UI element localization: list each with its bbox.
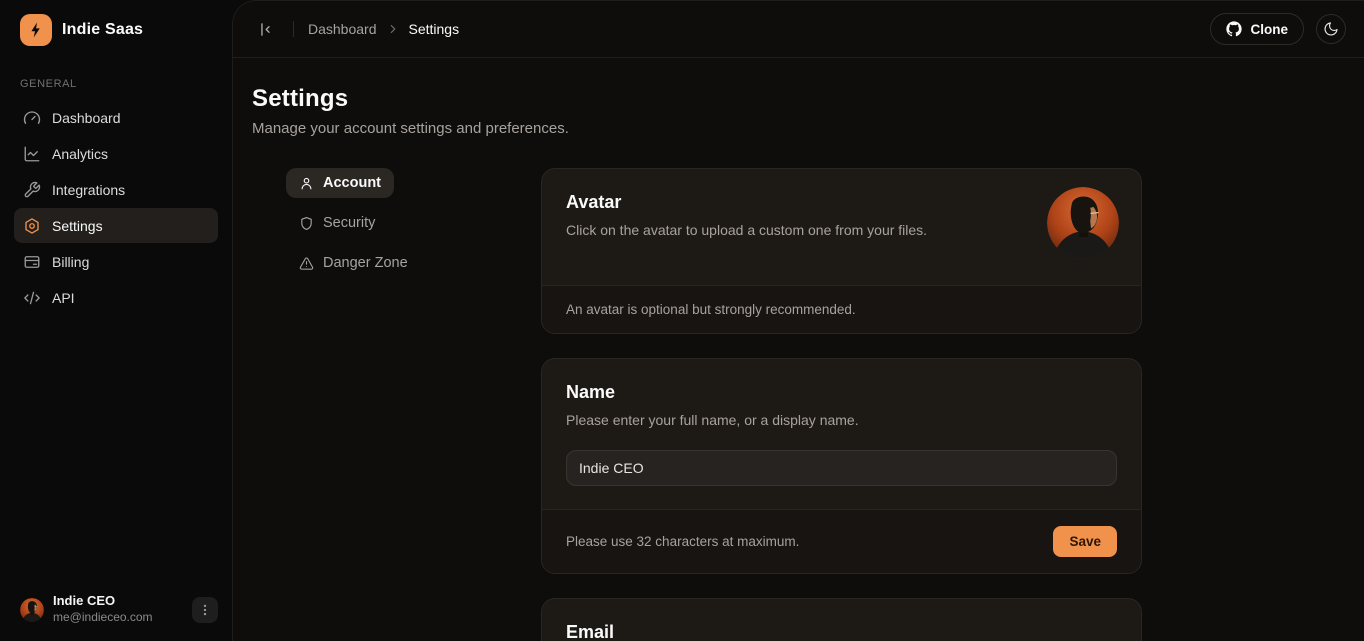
settings-hex-icon: [23, 217, 41, 235]
sidebar-item-settings[interactable]: Settings: [14, 208, 218, 243]
gauge-icon: [23, 109, 41, 127]
email-card-title: Email: [566, 622, 1117, 641]
sidebar-item-analytics[interactable]: Analytics: [14, 136, 218, 171]
shield-icon: [299, 216, 314, 231]
sidebar: Indie Saas GENERAL Dashboard Analytics I…: [0, 0, 232, 641]
sidebar-item-label: Dashboard: [52, 110, 121, 126]
panel-collapse-icon: [257, 21, 274, 38]
avatar-card: Avatar Click on the avatar to upload a c…: [541, 168, 1142, 334]
alert-triangle-icon: [299, 256, 314, 271]
moon-icon: [1323, 21, 1339, 37]
topbar-divider: [293, 21, 294, 37]
settings-page: Settings Manage your account settings an…: [233, 58, 1364, 641]
sidebar-item-label: Settings: [52, 218, 103, 234]
sidebar-user: Indie CEO me@indieceo.com: [0, 582, 232, 641]
tab-label: Security: [323, 215, 375, 231]
tab-security[interactable]: Security: [286, 208, 388, 238]
app-root: Indie Saas GENERAL Dashboard Analytics I…: [0, 0, 1364, 641]
page-subtitle: Manage your account settings and prefere…: [252, 120, 1345, 137]
user-icon: [299, 176, 314, 191]
name-card: Name Please enter your full name, or a d…: [541, 358, 1142, 574]
credit-card-icon: [23, 253, 41, 271]
sidebar-item-label: Integrations: [52, 182, 125, 198]
page-title: Settings: [252, 85, 1345, 113]
clone-button[interactable]: Clone: [1210, 13, 1304, 45]
user-meta: Indie CEO me@indieceo.com: [53, 594, 183, 625]
code-icon: [23, 289, 41, 307]
theme-toggle-button[interactable]: [1316, 14, 1346, 44]
breadcrumb: Dashboard Settings: [308, 21, 459, 37]
settings-cards: Avatar Click on the avatar to upload a c…: [541, 168, 1142, 641]
sidebar-item-label: API: [52, 290, 75, 306]
avatar-card-title: Avatar: [566, 192, 1117, 213]
name-card-footer-text: Please use 32 characters at maximum.: [566, 534, 799, 549]
name-card-title: Name: [566, 382, 1117, 403]
tab-account[interactable]: Account: [286, 168, 394, 198]
tab-label: Account: [323, 175, 381, 191]
sidebar-spacer: [0, 315, 232, 582]
breadcrumb-dashboard[interactable]: Dashboard: [308, 21, 377, 37]
name-input[interactable]: [566, 450, 1117, 486]
user-email: me@indieceo.com: [53, 611, 183, 625]
avatar-card-footer-text: An avatar is optional but strongly recom…: [566, 302, 856, 317]
breadcrumb-settings: Settings: [409, 21, 460, 37]
profile-avatar-upload[interactable]: [1047, 187, 1119, 259]
save-button[interactable]: Save: [1053, 526, 1117, 557]
topbar-actions: Clone: [1210, 13, 1346, 45]
sidebar-nav: Dashboard Analytics Integrations Setting…: [0, 100, 232, 315]
ellipsis-vertical-icon: [198, 603, 212, 617]
sidebar-item-label: Billing: [52, 254, 89, 270]
sidebar-item-billing[interactable]: Billing: [14, 244, 218, 279]
tab-danger-zone[interactable]: Danger Zone: [286, 248, 421, 278]
name-card-description: Please enter your full name, or a displa…: [566, 412, 1117, 428]
sidebar-item-api[interactable]: API: [14, 280, 218, 315]
settings-tabs: Account Security Danger Zone: [286, 168, 541, 641]
sidebar-item-dashboard[interactable]: Dashboard: [14, 100, 218, 135]
user-menu-button[interactable]: [192, 597, 218, 623]
sidebar-section-label: GENERAL: [0, 58, 232, 100]
tools-icon: [23, 181, 41, 199]
avatar-card-description: Click on the avatar to upload a custom o…: [566, 222, 1117, 238]
main-panel: Dashboard Settings Clone Settings Manage…: [232, 0, 1364, 641]
github-icon: [1226, 21, 1242, 37]
brand-name: Indie Saas: [62, 21, 143, 39]
topbar: Dashboard Settings Clone: [233, 1, 1364, 58]
clone-button-label: Clone: [1250, 22, 1288, 37]
chevron-right-icon: [386, 22, 400, 36]
sidebar-item-label: Analytics: [52, 146, 108, 162]
sidebar-item-integrations[interactable]: Integrations: [14, 172, 218, 207]
chart-line-icon: [23, 145, 41, 163]
brand-logo-icon: [20, 14, 52, 46]
brand[interactable]: Indie Saas: [0, 0, 232, 58]
tab-label: Danger Zone: [323, 255, 408, 271]
email-card: Email: [541, 598, 1142, 641]
user-avatar[interactable]: [20, 598, 44, 622]
sidebar-collapse-button[interactable]: [251, 15, 279, 43]
user-name: Indie CEO: [53, 594, 183, 609]
